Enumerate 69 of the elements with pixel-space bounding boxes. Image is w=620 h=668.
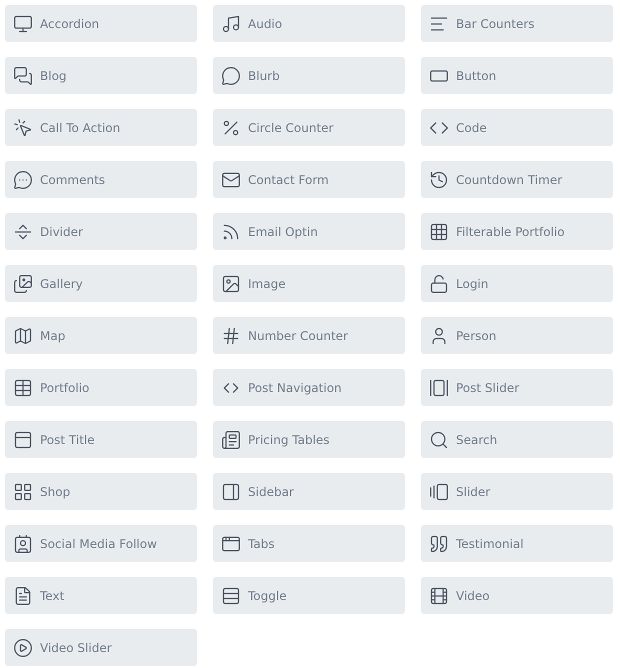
module-button[interactable]: Blog (5, 57, 197, 94)
speech-bubbles-icon (13, 66, 33, 86)
module-button[interactable]: Social Media Follow (5, 525, 197, 562)
module-button[interactable]: Pricing Tables (213, 421, 405, 458)
panel-icon (13, 430, 33, 450)
rss-icon (221, 222, 241, 242)
squares-icon (13, 482, 33, 502)
module-button[interactable]: Call To Action (5, 109, 197, 146)
grid-icon (429, 222, 449, 242)
envelope-icon (221, 170, 241, 190)
play-icon (13, 638, 33, 658)
module-button[interactable]: Blurb (213, 57, 405, 94)
module-button[interactable]: Slider (421, 473, 613, 510)
newspaper-icon (221, 430, 241, 450)
window-icon (221, 534, 241, 554)
module-button[interactable]: Video Slider (5, 629, 197, 666)
speech-bubble-icon (221, 66, 241, 86)
module-button[interactable]: Code (421, 109, 613, 146)
module-button[interactable]: Post Title (5, 421, 197, 458)
chat-bubble-icon (13, 170, 33, 190)
module-button[interactable]: Text (5, 577, 197, 614)
module-button[interactable]: Login (421, 265, 613, 302)
module-button[interactable]: Shop (5, 473, 197, 510)
module-button[interactable]: Image (213, 265, 405, 302)
document-icon (13, 586, 33, 606)
module-button[interactable]: Portfolio (5, 369, 197, 406)
clock-icon (429, 170, 449, 190)
music-note-icon (221, 14, 241, 34)
module-button[interactable]: Person (421, 317, 613, 354)
module-button[interactable]: Filterable Portfolio (421, 213, 613, 250)
module-button[interactable]: Contact Form (213, 161, 405, 198)
rows-icon (221, 586, 241, 606)
module-button[interactable]: Map (5, 317, 197, 354)
module-button[interactable]: Testimonial (421, 525, 613, 562)
image-icon (221, 274, 241, 294)
module-button[interactable]: Audio (213, 5, 405, 42)
module-button[interactable]: Toggle (213, 577, 405, 614)
hash-icon (221, 326, 241, 346)
module-button[interactable]: Divider (5, 213, 197, 250)
images-icon (13, 274, 33, 294)
divider-icon (13, 222, 33, 242)
padlock-icon (429, 274, 449, 294)
quote-icon (429, 534, 449, 554)
monitor-icon (13, 14, 33, 34)
module-button[interactable]: Video (421, 577, 613, 614)
search-icon (429, 430, 449, 450)
module-button[interactable]: Tabs (213, 525, 405, 562)
module-button[interactable]: Accordion (5, 5, 197, 42)
map-icon (13, 326, 33, 346)
module-button[interactable]: Countdown Timer (421, 161, 613, 198)
module-button[interactable]: Search (421, 421, 613, 458)
module-button[interactable]: Button (421, 57, 613, 94)
slides-icon (429, 482, 449, 502)
gallery-icon (429, 378, 449, 398)
module-button[interactable]: Number Counter (213, 317, 405, 354)
module-button[interactable]: Post Navigation (213, 369, 405, 406)
id-card-icon (13, 534, 33, 554)
module-button[interactable]: Gallery (5, 265, 197, 302)
module-button[interactable]: Email Optin (213, 213, 405, 250)
module-button[interactable]: Circle Counter (213, 109, 405, 146)
module-button[interactable]: Post Slider (421, 369, 613, 406)
module-button[interactable]: Bar Counters (421, 5, 613, 42)
pointer-icon (13, 118, 33, 138)
percent-icon (221, 118, 241, 138)
module-button[interactable]: Sidebar (213, 473, 405, 510)
sidebar-icon (221, 482, 241, 502)
film-icon (429, 586, 449, 606)
table-icon (13, 378, 33, 398)
module-button[interactable]: Comments (5, 161, 197, 198)
